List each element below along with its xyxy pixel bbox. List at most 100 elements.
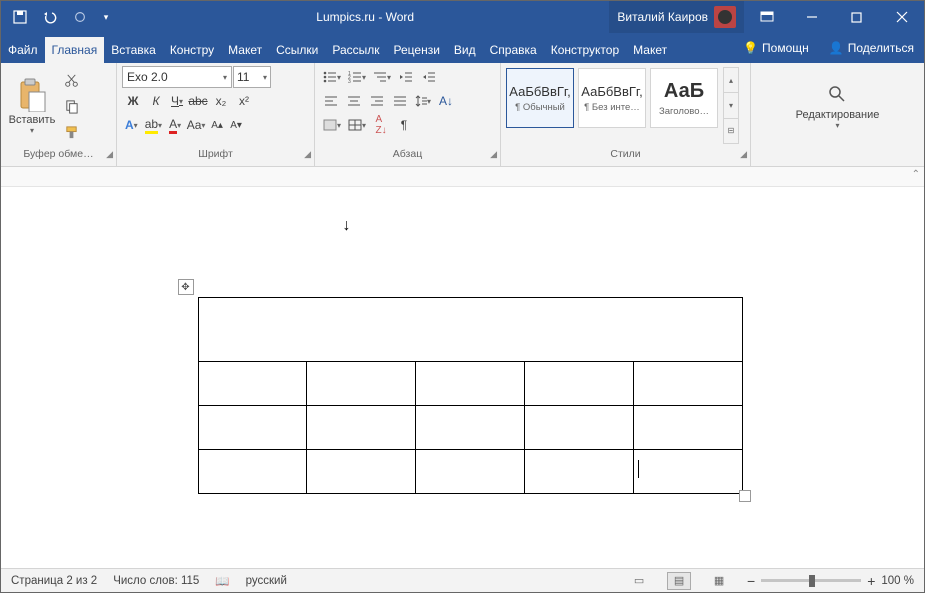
- collapse-ribbon-icon[interactable]: ⌃: [912, 169, 920, 180]
- style-normal[interactable]: АаБбВвГг, ¶ Обычный: [506, 68, 574, 128]
- tab-file[interactable]: Файл: [1, 37, 45, 63]
- paste-button[interactable]: Вставить ▾: [6, 66, 58, 145]
- decrease-indent-icon[interactable]: [395, 66, 417, 88]
- shading-icon[interactable]: ▾: [320, 114, 344, 136]
- increase-indent-icon[interactable]: [418, 66, 440, 88]
- grow-font-icon[interactable]: A▴: [208, 116, 226, 134]
- tab-table-layout[interactable]: Макет: [626, 37, 674, 63]
- minimize-button[interactable]: [789, 1, 834, 33]
- table-cell[interactable]: [416, 362, 525, 406]
- line-spacing-icon[interactable]: ▾: [412, 90, 434, 112]
- tab-mailings[interactable]: Рассылк: [325, 37, 386, 63]
- document-area[interactable]: ↓ ✥: [1, 187, 924, 568]
- paragraph-launcher-icon[interactable]: ◢: [490, 149, 497, 160]
- style-heading1[interactable]: АаБ Заголово…: [650, 68, 718, 128]
- table-cell[interactable]: [198, 406, 307, 450]
- show-marks-icon[interactable]: ¶: [393, 114, 415, 136]
- highlight-button[interactable]: ab▾: [142, 114, 165, 136]
- underline-button[interactable]: Ч ▾: [168, 90, 186, 112]
- share-button[interactable]: 👤 Поделиться: [819, 33, 924, 63]
- italic-button[interactable]: К: [145, 90, 167, 112]
- read-mode-icon[interactable]: ▭: [627, 572, 651, 590]
- styles-more-icon[interactable]: ⊟: [724, 119, 738, 143]
- close-button[interactable]: [879, 1, 924, 33]
- tab-references[interactable]: Ссылки: [269, 37, 325, 63]
- redo-icon[interactable]: [69, 6, 91, 28]
- table-move-handle-icon[interactable]: ✥: [178, 279, 194, 295]
- qat-customize-icon[interactable]: ▾: [99, 6, 113, 28]
- copy-icon[interactable]: [60, 95, 82, 117]
- table-cell[interactable]: [307, 362, 416, 406]
- table-cell-active[interactable]: [633, 450, 742, 494]
- zoom-level[interactable]: 100 %: [881, 575, 914, 587]
- table-cell[interactable]: [633, 406, 742, 450]
- subscript-button[interactable]: x₂: [210, 90, 232, 112]
- multilevel-list-icon[interactable]: ▾: [370, 66, 394, 88]
- tab-home[interactable]: Главная: [45, 37, 105, 63]
- ribbon-options-icon[interactable]: [744, 1, 789, 33]
- spellcheck-icon[interactable]: 📖: [215, 574, 229, 588]
- table-cell[interactable]: [198, 298, 742, 362]
- align-center-icon[interactable]: [343, 90, 365, 112]
- undo-icon[interactable]: [39, 6, 61, 28]
- table-cell[interactable]: [307, 406, 416, 450]
- zoom-in-icon[interactable]: +: [867, 573, 875, 589]
- tab-insert[interactable]: Вставка: [104, 37, 163, 63]
- tab-review[interactable]: Рецензи: [387, 37, 447, 63]
- numbering-icon[interactable]: 123▾: [345, 66, 369, 88]
- justify-icon[interactable]: [389, 90, 411, 112]
- web-layout-icon[interactable]: ▦: [707, 572, 731, 590]
- tab-layout[interactable]: Макет: [221, 37, 269, 63]
- style-no-spacing[interactable]: АаБбВвГг, ¶ Без инте…: [578, 68, 646, 128]
- table-resize-handle-icon[interactable]: [739, 490, 751, 502]
- zoom-out-icon[interactable]: −: [747, 573, 755, 589]
- autosave-icon[interactable]: [9, 6, 31, 28]
- tab-table-design[interactable]: Конструктор: [544, 37, 626, 63]
- text-effects-button[interactable]: A▾: [122, 114, 141, 136]
- font-color-button[interactable]: A▾: [166, 114, 184, 136]
- tell-me[interactable]: 💡 Помощн: [733, 33, 819, 63]
- bullets-icon[interactable]: ▾: [320, 66, 344, 88]
- user-account[interactable]: Виталий Каиров: [609, 1, 744, 33]
- cut-icon[interactable]: [60, 69, 82, 91]
- bold-button[interactable]: Ж: [122, 90, 144, 112]
- language-indicator[interactable]: русский: [246, 575, 287, 587]
- align-left-icon[interactable]: [320, 90, 342, 112]
- page: ↓ ✥: [83, 197, 843, 557]
- table-cell[interactable]: [416, 450, 525, 494]
- borders-icon[interactable]: ▾: [345, 114, 369, 136]
- superscript-button[interactable]: x²: [233, 90, 255, 112]
- table-cell[interactable]: [524, 450, 633, 494]
- page-indicator[interactable]: Страница 2 из 2: [11, 575, 97, 587]
- strikethrough-button[interactable]: abc: [187, 90, 209, 112]
- document-table[interactable]: [198, 297, 743, 494]
- table-cell[interactable]: [416, 406, 525, 450]
- zoom-slider[interactable]: [761, 579, 861, 582]
- font-launcher-icon[interactable]: ◢: [304, 149, 311, 160]
- table-cell[interactable]: [524, 406, 633, 450]
- styles-up-icon[interactable]: ▴: [724, 68, 738, 93]
- shrink-font-icon[interactable]: A▾: [227, 116, 245, 134]
- align-right-icon[interactable]: [366, 90, 388, 112]
- format-painter-icon[interactable]: [60, 121, 82, 143]
- maximize-button[interactable]: [834, 1, 879, 33]
- tab-view[interactable]: Вид: [447, 37, 483, 63]
- styles-down-icon[interactable]: ▾: [724, 93, 738, 118]
- tab-design[interactable]: Констру: [163, 37, 221, 63]
- print-layout-icon[interactable]: ▤: [667, 572, 691, 590]
- table-cell[interactable]: [307, 450, 416, 494]
- table-cell[interactable]: [633, 362, 742, 406]
- font-name-combo[interactable]: Exo 2.0▾: [122, 66, 232, 88]
- word-count[interactable]: Число слов: 115: [113, 575, 199, 587]
- find-button[interactable]: Редактирование ▾: [788, 66, 888, 145]
- styles-launcher-icon[interactable]: ◢: [740, 149, 747, 160]
- change-case-button[interactable]: Aa▾: [185, 114, 207, 136]
- tab-help[interactable]: Справка: [483, 37, 544, 63]
- table-cell[interactable]: [524, 362, 633, 406]
- clipboard-launcher-icon[interactable]: ◢: [106, 149, 113, 160]
- table-cell[interactable]: [198, 450, 307, 494]
- font-size-combo[interactable]: 11▾: [233, 66, 271, 88]
- table-cell[interactable]: [198, 362, 307, 406]
- sort-az-icon[interactable]: AZ↓: [370, 114, 392, 136]
- sort-icon[interactable]: A↓: [435, 90, 457, 112]
